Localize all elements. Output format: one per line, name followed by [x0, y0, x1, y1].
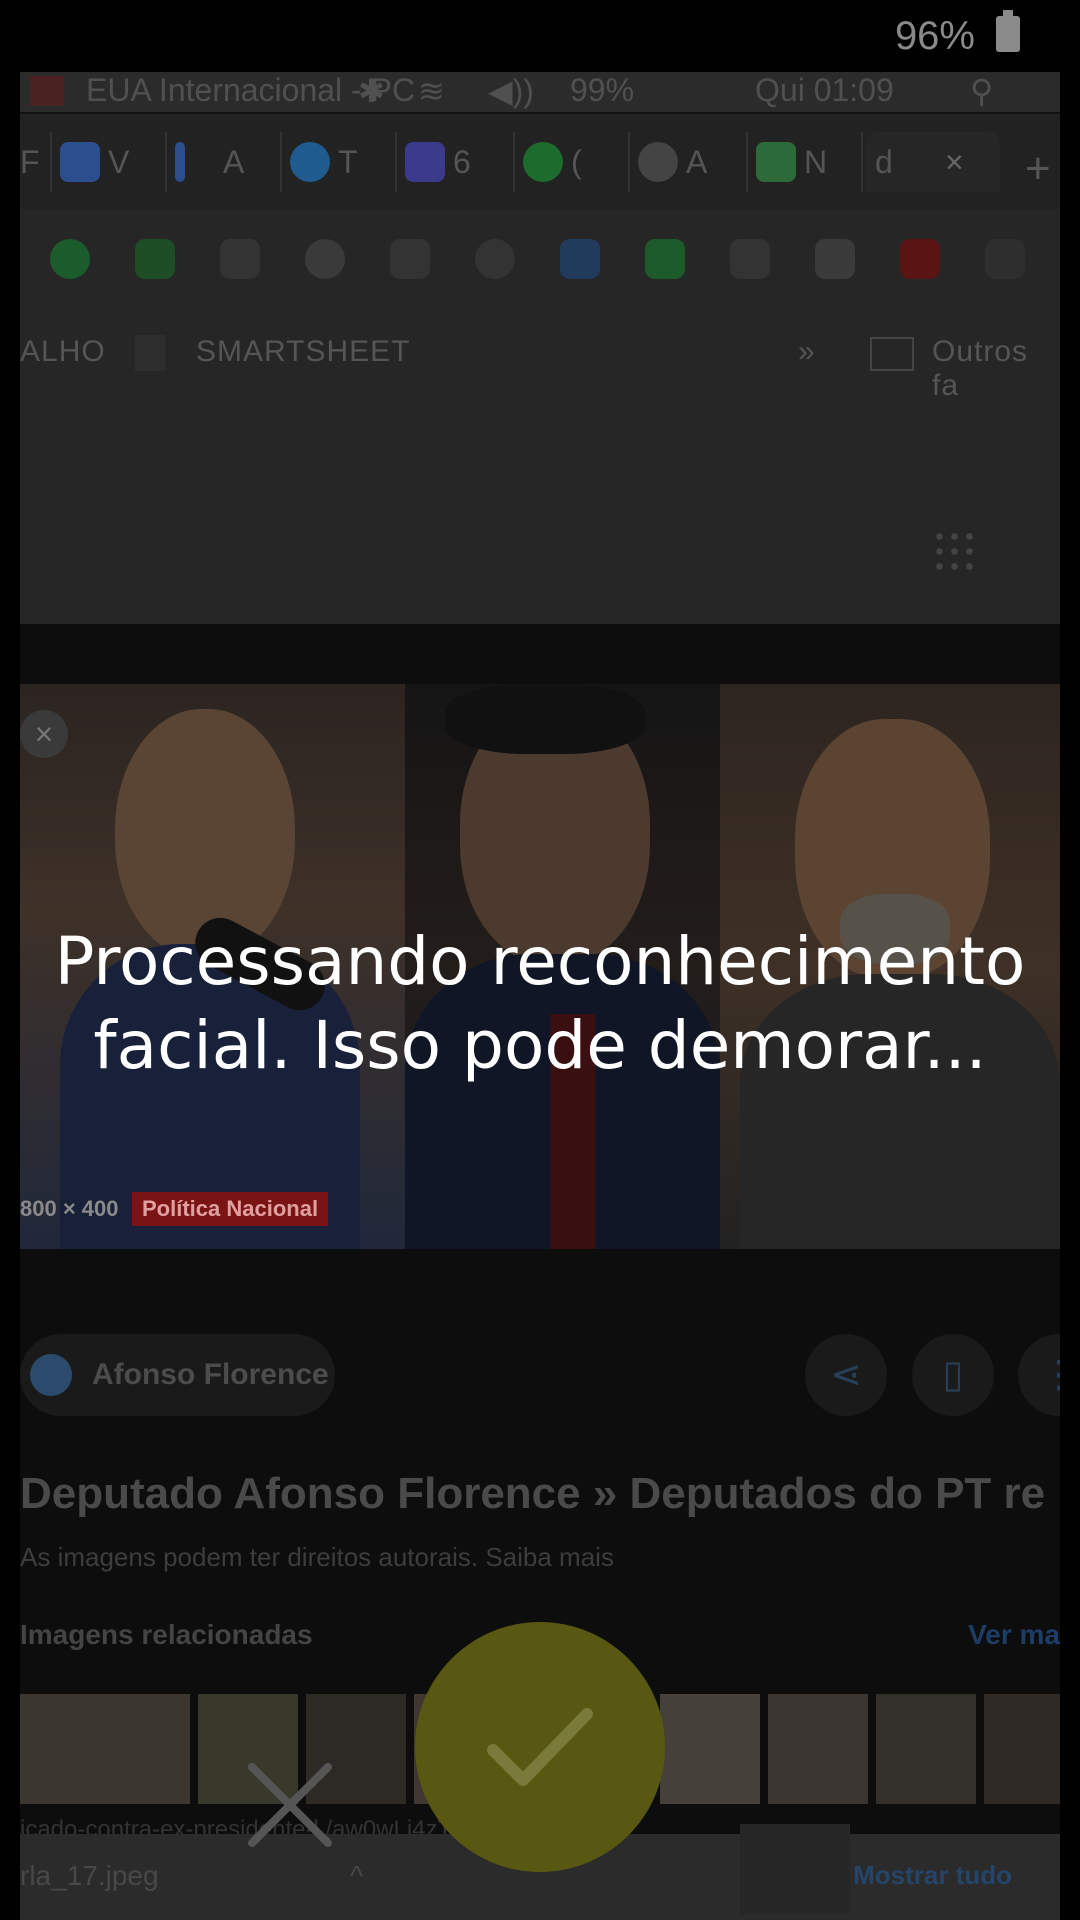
flag-icon [30, 76, 64, 106]
evernote-icon[interactable] [135, 239, 175, 279]
docs-icon [60, 142, 100, 182]
tab[interactable]: T [280, 132, 397, 192]
tab[interactable]: A [165, 132, 282, 192]
related-image[interactable] [876, 1694, 976, 1804]
meet-icon [756, 142, 796, 182]
bookmarks-bar: ALHO SMARTSHEET » Outros fa [20, 309, 1060, 403]
shield-check-icon[interactable] [645, 239, 685, 279]
tab[interactable]: A [628, 132, 748, 192]
related-image[interactable] [984, 1694, 1060, 1804]
telegram-icon [290, 142, 330, 182]
arrow-up-icon[interactable] [560, 239, 600, 279]
grammarly-icon[interactable] [50, 239, 90, 279]
extension-icon[interactable] [305, 239, 345, 279]
source-chip[interactable]: Afonso Florence [20, 1334, 335, 1416]
status-bar: 96% [0, 0, 1080, 72]
result-title[interactable]: Deputado Afonso Florence » Deputados do … [20, 1469, 1045, 1519]
tab[interactable]: F [20, 132, 52, 192]
bookmark-icon: ▯ [942, 1354, 964, 1396]
tab[interactable]: N [746, 132, 863, 192]
password-icon[interactable] [475, 239, 515, 279]
bluetooth-icon: ✱ [358, 73, 385, 109]
battery-icon [996, 10, 1020, 52]
whatsapp-icon [523, 142, 563, 182]
close-icon[interactable]: × [20, 710, 68, 758]
smartsheet-icon [135, 335, 165, 371]
c-extension-icon[interactable] [815, 239, 855, 279]
bookmark-other-folder[interactable]: Outros fa [932, 335, 1060, 403]
folder-icon [870, 337, 914, 371]
teams-icon [405, 142, 445, 182]
related-image[interactable] [768, 1694, 868, 1804]
related-image[interactable] [660, 1694, 760, 1804]
browser-tab-strip: F V A T 6 ( A N d × + [20, 114, 1060, 209]
image-dimensions: 800 × 400 [20, 1196, 119, 1221]
processing-message: Processando reconhecimento facial. Isso … [0, 920, 1080, 1088]
clock: Qui 01:09 [755, 72, 894, 108]
cancel-icon[interactable] [240, 1755, 340, 1855]
share-icon: ⋖ [830, 1354, 862, 1396]
share-button[interactable]: ⋖ [805, 1334, 887, 1416]
battery-percentage: 96% [894, 14, 975, 58]
bookmark[interactable]: ALHO [20, 335, 106, 369]
view-more-link[interactable]: Ver ma [968, 1619, 1060, 1651]
search-icon: ⚲ [970, 73, 994, 109]
checkmark-icon [487, 1708, 593, 1786]
globe-icon [30, 1354, 72, 1396]
tab-close-icon[interactable]: × [945, 144, 964, 181]
more-button[interactable]: ⋮ [1018, 1334, 1060, 1416]
youtube-icon[interactable] [900, 239, 940, 279]
tab[interactable]: ( [513, 132, 630, 192]
volume-level: 99% [570, 72, 635, 108]
volume-icon: ◀)) [488, 73, 534, 109]
more-icon: ⋮ [1040, 1354, 1060, 1396]
wifi-icon: ≋ [418, 73, 445, 109]
tab[interactable]: V [50, 132, 167, 192]
related-images-heading: Imagens relacionadas [20, 1619, 313, 1650]
save-button[interactable]: ▯ [912, 1334, 994, 1416]
download-file[interactable]: rla_17.jpeg [20, 1860, 159, 1892]
source-name: Afonso Florence [92, 1358, 329, 1391]
bookmark-smartsheet[interactable]: SMARTSHEET [196, 335, 410, 369]
image-thumbnail-icon [740, 1824, 850, 1914]
page-header [20, 399, 1060, 624]
extensions-puzzle-icon[interactable] [985, 239, 1025, 279]
new-tab-icon[interactable]: + [1025, 144, 1051, 194]
document-icon[interactable] [220, 239, 260, 279]
confirm-button[interactable] [415, 1622, 665, 1872]
bookmarks-overflow-icon[interactable]: » [798, 335, 816, 369]
hexagon-icon[interactable] [390, 239, 430, 279]
app-icon [638, 142, 678, 182]
desktop-top-bar: EUA Internacional - PC ✱ ≋ ◀)) 99% Qui 0… [20, 72, 1060, 114]
puzzle-extension-icon[interactable] [730, 239, 770, 279]
tab[interactable]: 6 [395, 132, 515, 192]
tab-active[interactable]: d × [865, 132, 1000, 192]
related-image[interactable] [20, 1694, 190, 1804]
app-icon [175, 142, 185, 182]
extensions-toolbar [20, 209, 1060, 309]
show-all-downloads-link[interactable]: Mostrar tudo [853, 1860, 1012, 1891]
chevron-up-icon[interactable]: ^ [350, 1860, 363, 1892]
processing-message-line: Processando reconhecimento [54, 923, 1026, 1000]
copyright-notice: As imagens podem ter direitos autorais. … [20, 1542, 614, 1572]
image-caption-tag: Política Nacional [132, 1192, 329, 1226]
processing-message-line: facial. Isso pode demorar... [93, 1007, 987, 1084]
apps-grid-icon[interactable] [932, 529, 976, 573]
